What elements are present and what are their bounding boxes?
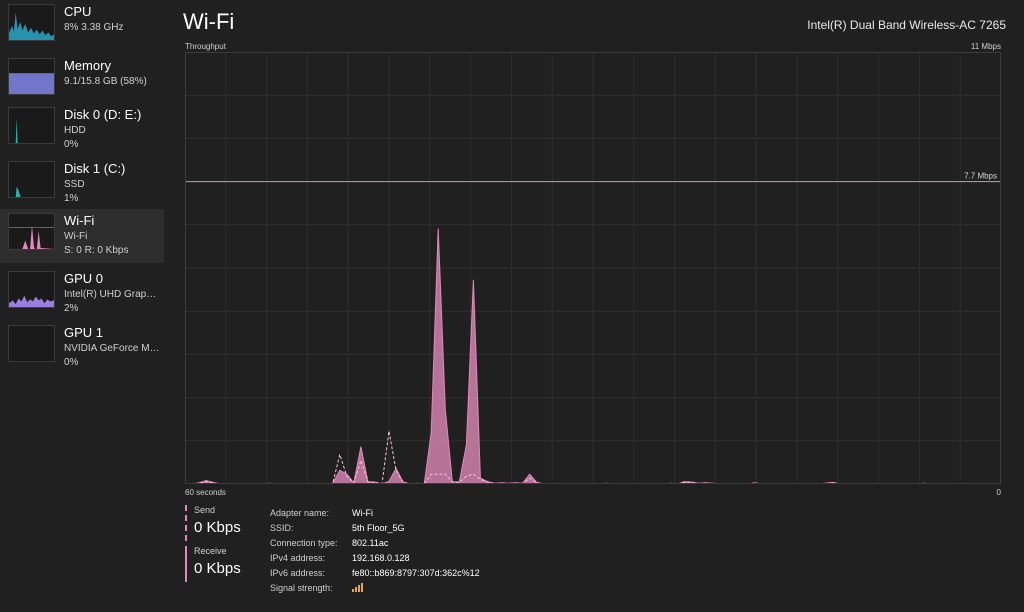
sidebar-item-detail: Wi-Fi (64, 231, 88, 242)
detail-label: IPv4 address: (270, 552, 326, 563)
graph-grid (185, 52, 1001, 484)
sidebar-item-cpu[interactable]: CPU 8% 3.38 GHz (0, 0, 164, 54)
sidebar-item-disk-1[interactable]: Disk 1 (C:) SSD 1% (0, 157, 164, 211)
gpu-graph-icon (8, 325, 55, 362)
page-title: Wi-Fi (183, 9, 235, 34)
sidebar-item-wifi[interactable]: Wi-Fi Wi-Fi S: 0 R: 0 Kbps (0, 209, 164, 263)
sidebar-item-disk-0[interactable]: Disk 0 (D: E:) HDD 0% (0, 103, 164, 157)
detail-value: fe80::b869:8797:307d:362c%12 (352, 567, 480, 578)
memory-graph-icon (8, 58, 55, 95)
sidebar-item-title: Wi-Fi (64, 213, 95, 228)
time-zero-label: 0 (996, 488, 1001, 497)
receive-value: 0 Kbps (194, 560, 241, 577)
adapter-details: Adapter name: Wi-Fi SSID: 5th Floor_5G C… (270, 505, 480, 595)
receive-label: Receive (194, 546, 227, 556)
disk-graph-icon (8, 161, 55, 198)
sidebar-item-usage: 0% (64, 357, 79, 368)
detail-row-ssid: SSID: 5th Floor_5G (270, 520, 480, 535)
sidebar-item-title: Memory (64, 58, 111, 73)
sidebar-item-title: GPU 0 (64, 271, 104, 286)
sidebar-item-detail: NVIDIA GeForce MX... (64, 343, 160, 354)
sidebar-item-usage: 2% (64, 303, 79, 314)
detail-row-ipv4: IPv4 address: 192.168.0.128 (270, 550, 480, 565)
detail-label: Signal strength: (270, 582, 333, 593)
sidebar-item-usage: 0% (64, 139, 79, 150)
time-span-label: 60 seconds (185, 488, 226, 497)
signal-strength-icon (352, 583, 363, 592)
sidebar-item-gpu-1[interactable]: GPU 1 NVIDIA GeForce MX... 0% (0, 321, 164, 375)
detail-row-signal-strength: Signal strength: (270, 580, 480, 595)
wifi-graph-icon (8, 213, 55, 250)
sidebar-item-usage: S: 0 R: 0 Kbps (64, 245, 129, 256)
sidebar-item-detail: 8% 3.38 GHz (64, 22, 124, 33)
sidebar-item-gpu-0[interactable]: GPU 0 Intel(R) UHD Graphic... 2% (0, 267, 164, 321)
send-stat: Send 0 Kbps (185, 505, 241, 541)
send-label: Send (194, 505, 216, 515)
detail-label: IPv6 address: (270, 567, 326, 578)
detail-row-ipv6: IPv6 address: fe80::b869:8797:307d:362c%… (270, 565, 480, 580)
sidebar-item-memory[interactable]: Memory 9.1/15.8 GB (58%) (0, 54, 164, 108)
detail-value: Wi-Fi (352, 507, 373, 518)
disk-graph-icon (8, 107, 55, 144)
detail-value: 802.11ac (352, 537, 389, 548)
sidebar-item-detail: Intel(R) UHD Graphic... (64, 289, 160, 300)
sidebar: CPU 8% 3.38 GHz Memory 9.1/15.8 GB (58%)… (0, 0, 165, 612)
gpu-graph-icon (8, 271, 55, 308)
send-value: 0 Kbps (194, 519, 241, 536)
detail-label: Adapter name: (270, 507, 330, 518)
throughput-graph[interactable]: 7.7 Mbps (185, 52, 1001, 484)
sidebar-item-usage: 1% (64, 193, 79, 204)
sidebar-item-title: CPU (64, 4, 92, 19)
detail-label: Connection type: (270, 537, 338, 548)
detail-value: 5th Floor_5G (352, 522, 405, 533)
cpu-graph-icon (8, 4, 55, 41)
main-panel: Wi-Fi Intel(R) Dual Band Wireless-AC 726… (165, 0, 1024, 612)
sidebar-item-detail: HDD (64, 125, 86, 136)
sidebar-item-detail: 9.1/15.8 GB (58%) (64, 76, 147, 87)
sidebar-item-title: Disk 0 (D: E:) (64, 107, 142, 122)
sidebar-item-title: GPU 1 (64, 325, 104, 340)
detail-label: SSID: (270, 522, 294, 533)
detail-row-adapter-name: Adapter name: Wi-Fi (270, 505, 480, 520)
sidebar-item-detail: SSD (64, 179, 85, 190)
throughput-label: Throughput (185, 42, 226, 51)
sidebar-item-title: Disk 1 (C:) (64, 161, 126, 176)
detail-value: 192.168.0.128 (352, 552, 410, 563)
max-scale-label: 11 Mbps (970, 42, 1001, 51)
receive-stat: Receive 0 Kbps (185, 546, 241, 582)
adapter-name-heading: Intel(R) Dual Band Wireless-AC 7265 (807, 18, 1006, 32)
detail-row-connection-type: Connection type: 802.11ac (270, 535, 480, 550)
reference-line-label: 7.7 Mbps (964, 172, 997, 181)
